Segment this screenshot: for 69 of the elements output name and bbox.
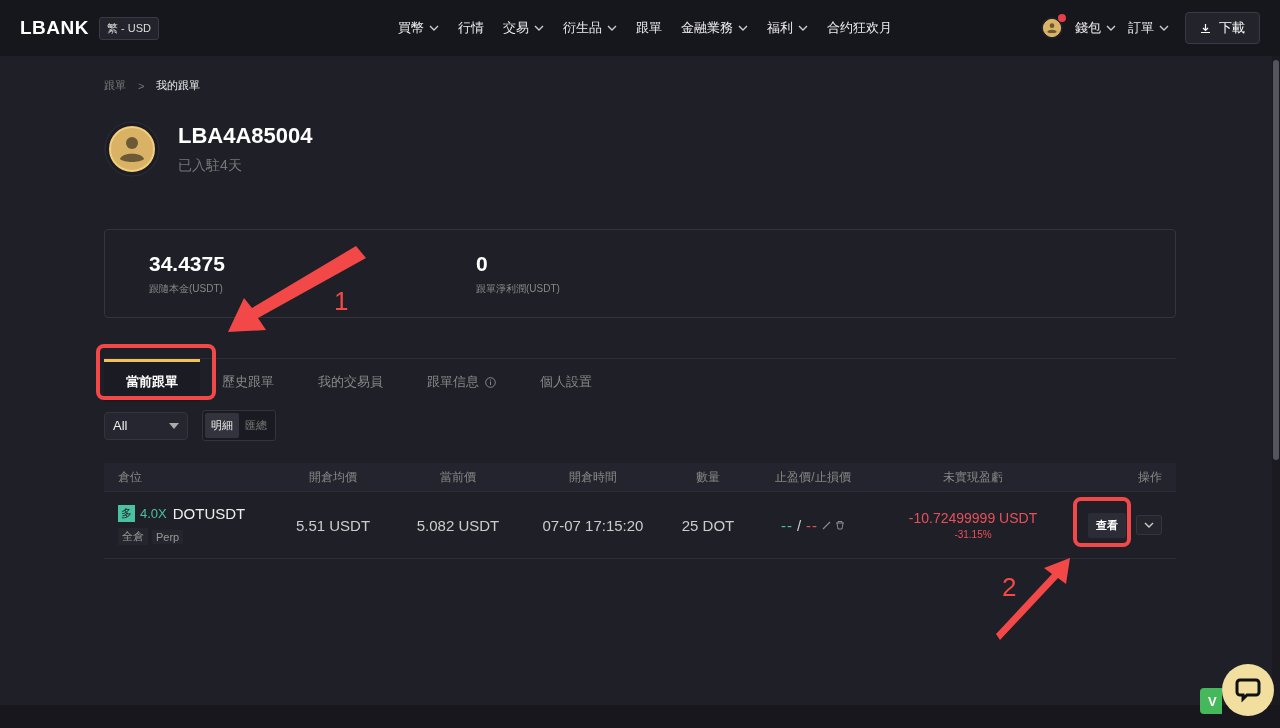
download-button[interactable]: 下載 xyxy=(1185,12,1260,44)
nav-item[interactable]: 跟單 xyxy=(636,19,662,37)
stop-loss: -- xyxy=(806,516,819,534)
column-header: 未實現盈虧 xyxy=(942,468,1004,486)
stat-value: 34.4375 xyxy=(149,251,226,276)
tab[interactable]: 個人設置 xyxy=(518,359,614,402)
toggle-option[interactable]: 匯總 xyxy=(239,413,273,438)
column-header: 開倉時間 xyxy=(568,468,618,486)
chevron-down-icon xyxy=(1106,25,1116,31)
breadcrumb-item[interactable]: 跟單 xyxy=(104,78,126,93)
nav-item[interactable]: 買幣 xyxy=(398,19,439,37)
column-header: 倉位 xyxy=(118,468,143,486)
table-cell-text: 07-07 17:15:20 xyxy=(541,516,645,534)
highlight-frame xyxy=(1073,497,1131,547)
pnl-percent: -31.15% xyxy=(954,529,992,540)
avatar-icon xyxy=(104,121,160,177)
annotation-number: 2 xyxy=(1002,572,1017,603)
view-button[interactable]: 查看 xyxy=(1088,512,1126,538)
user-name: LBA4A85004 xyxy=(178,123,313,149)
nav-item[interactable]: 合约狂欢月 xyxy=(827,19,892,37)
download-icon xyxy=(1200,22,1211,34)
toggle-option[interactable]: 明細 xyxy=(205,413,239,438)
logo[interactable]: LBANK xyxy=(20,17,89,39)
more-button[interactable] xyxy=(1136,515,1162,535)
chat-icon xyxy=(1235,677,1261,703)
breadcrumb-item[interactable]: 我的跟單 xyxy=(156,78,201,93)
breadcrumb-separator: > xyxy=(138,79,145,92)
nav-item[interactable]: 福利 xyxy=(767,19,808,37)
slash: / xyxy=(796,516,803,534)
contract-tag: Perp xyxy=(152,529,184,544)
caret-icon xyxy=(169,422,179,429)
filter-select[interactable]: All xyxy=(104,411,188,440)
chevron-down-icon xyxy=(1144,522,1154,528)
table-cell-text: 5.082 USDT xyxy=(415,516,501,534)
margin-mode-tag: 全倉 xyxy=(118,528,148,545)
leverage: 4.0X xyxy=(140,506,167,521)
locale-selector[interactable]: 繁 - USD xyxy=(99,16,159,40)
tab[interactable]: 歷史跟單 xyxy=(200,359,296,402)
take-profit: -- xyxy=(780,516,793,534)
column-header: 操作 xyxy=(1137,468,1162,486)
avatar-icon xyxy=(1041,17,1063,39)
delete-icon[interactable] xyxy=(835,520,846,530)
orders-menu[interactable]: 訂單 xyxy=(1128,19,1169,37)
stat-label: 跟隨本金(USDT) xyxy=(149,281,224,296)
annotation-number: 1 xyxy=(334,286,349,317)
unrealized-pnl: -10.72499999 USDT xyxy=(908,510,1038,526)
joined-text: 已入駐4天 xyxy=(178,157,243,175)
nav-item[interactable]: 金融業務 xyxy=(681,19,748,37)
nav-item[interactable]: 交易 xyxy=(503,19,544,37)
nav-item[interactable]: 衍生品 xyxy=(563,19,617,37)
column-header: 開倉均價 xyxy=(308,468,358,486)
stat-value: 0 xyxy=(476,251,489,276)
column-header: 當前價 xyxy=(439,468,477,486)
column-header: 數量 xyxy=(695,468,721,486)
tab[interactable]: 我的交易員 xyxy=(296,359,405,402)
tab[interactable]: 當前跟單 xyxy=(104,359,200,402)
table-cell-text: 25 DOT xyxy=(680,516,736,534)
stat-label: 跟單淨利潤(USDT) xyxy=(476,281,561,296)
scrollbar-thumb[interactable] xyxy=(1273,60,1279,460)
side-tag: 多 xyxy=(118,505,135,522)
wallet-menu[interactable]: 錢包 xyxy=(1075,19,1116,37)
edit-icon[interactable] xyxy=(822,520,832,530)
nav-item[interactable]: 行情 xyxy=(458,19,484,37)
tab[interactable]: 跟單信息 xyxy=(405,359,518,402)
table-cell-text: 5.51 USDT xyxy=(294,516,372,534)
chat-button[interactable] xyxy=(1222,664,1274,716)
chevron-down-icon xyxy=(1159,25,1169,31)
column-header: 止盈價/止損價 xyxy=(774,468,852,486)
symbol: DOTUSDT xyxy=(172,505,246,522)
